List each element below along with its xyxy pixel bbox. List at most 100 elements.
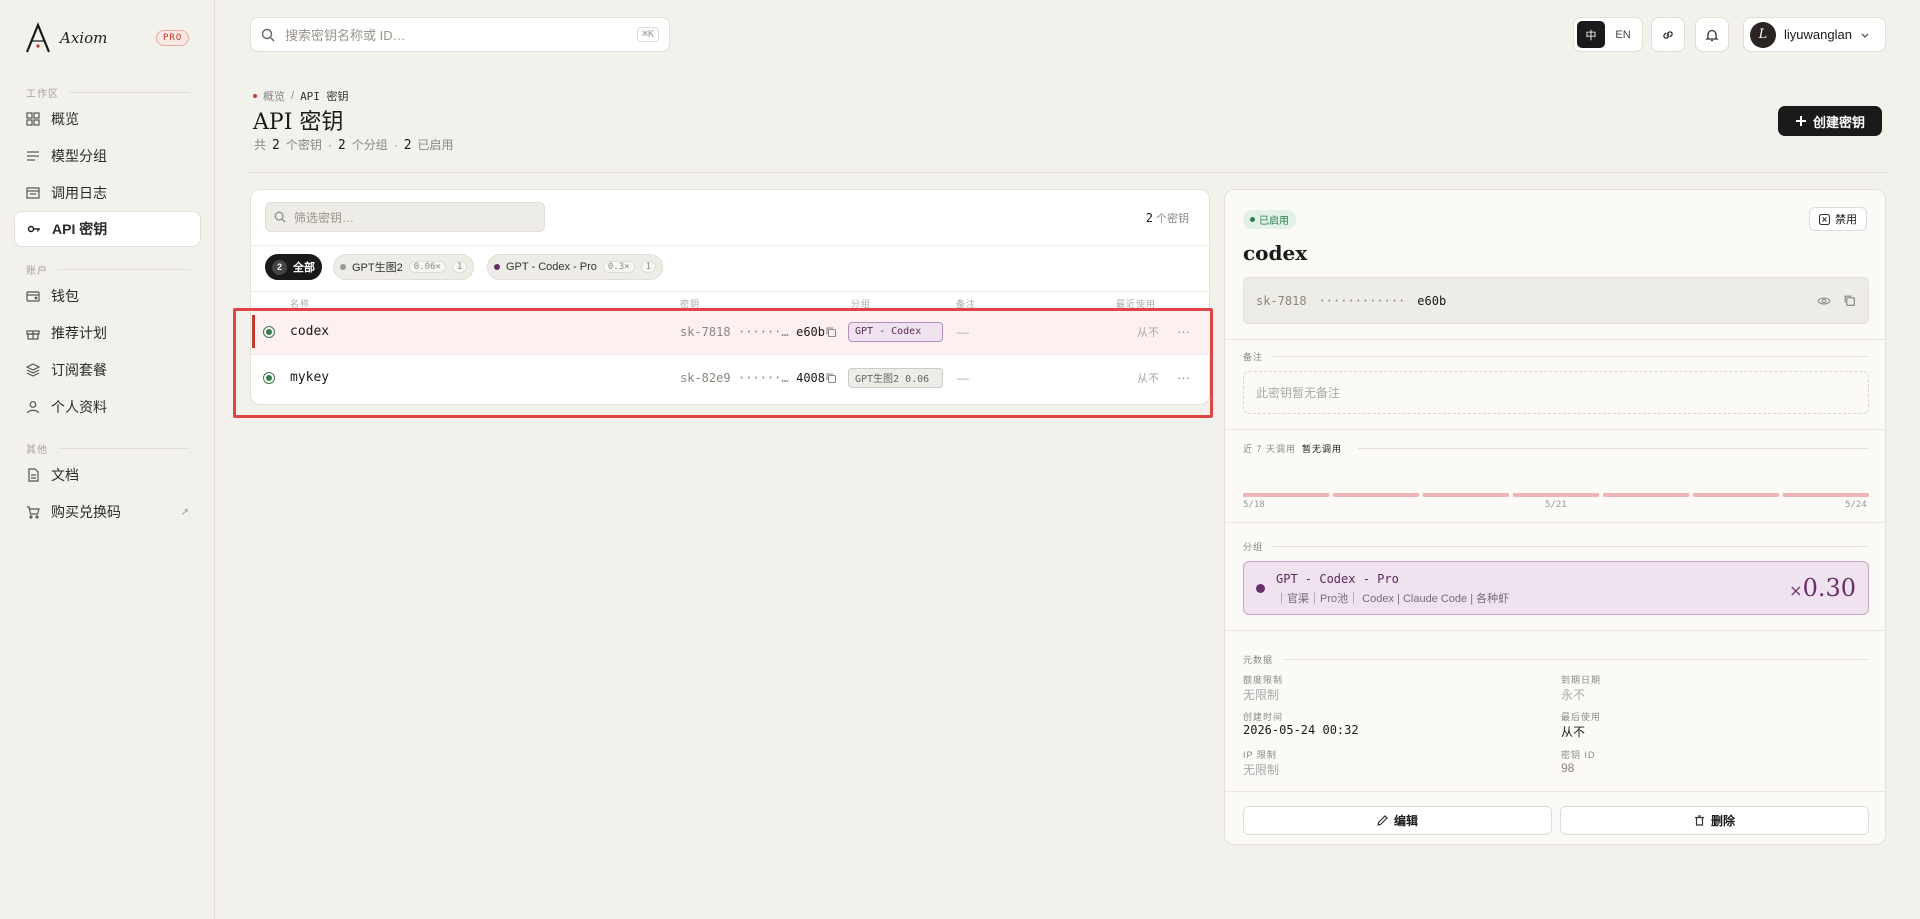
grid-icon [25,111,41,127]
copy-icon[interactable] [1843,294,1856,307]
table-row-codex[interactable]: codex sk-7818 ······… e60b GPT - Codex —… [252,309,1210,354]
divider [1225,429,1885,430]
sidebar-item-model-groups[interactable]: 模型分组 [14,138,201,174]
eye-icon[interactable] [1817,294,1831,308]
chip-all[interactable]: 2 全部 [265,254,322,280]
status-indicator [263,325,275,338]
divider [1225,630,1885,631]
group-card[interactable]: GPT - Codex - Pro ｜官渠｜Pro池｜ Codex | Clau… [1243,561,1869,615]
row-more-button[interactable]: ··· [1177,370,1190,385]
row-key: sk-7818 ······… e60b [680,325,825,339]
usage-status: 暂无调用 [1302,444,1343,454]
key-detail-panel: 已启用 禁用 codex sk-7818 ············ e60b 备… [1224,189,1886,845]
layers-icon [25,362,41,378]
axiom-logo-icon [25,22,51,53]
chip-count: 1 [451,261,468,273]
group-name: GPT - Codex - Pro [1276,572,1399,586]
meta-created-label: 创建时间 [1243,712,1284,722]
chevron-down-icon [1861,33,1869,38]
row-group-tag: GPT - Codex [848,321,943,342]
sidebar-item-label: API 密钥 [52,221,108,237]
chip-group-gpt-codex-pro[interactable]: GPT - Codex - Pro 0.3× 1 [487,254,663,280]
nav-section-other: 其他 [26,441,190,456]
row-more-button[interactable]: ··· [1177,324,1190,339]
brand-name: Axiom [60,29,108,47]
usage-label: 近 7 天调用 [1243,444,1297,454]
summary-enabled-count: 2 [403,138,412,153]
user-icon [25,399,41,415]
cart-icon [25,504,41,520]
close-square-icon [1819,213,1830,225]
sidebar-item-overview[interactable]: 概览 [14,101,201,137]
bell-icon [1705,29,1719,41]
meta-ip-label: IP 限制 [1243,750,1277,760]
nav-section-account: 账户 [26,262,190,277]
row-key-mask: ······… [738,324,789,339]
notifications-button[interactable] [1695,17,1729,52]
keys-count-label: 个密钥 [1156,213,1189,225]
summary-key-count: 2 [272,138,280,153]
chip-group-gpt-image2[interactable]: GPT生图2 0.06× 1 [333,254,475,280]
group-description: ｜官渠｜Pro池｜ Codex | Claude Code | 各种虾 [1276,593,1510,605]
delete-button[interactable]: 删除 [1560,806,1869,835]
usage-section-label: 近 7 天调用 暂无调用 [1243,442,1869,455]
log-icon [25,185,41,201]
meta-section-label: 元数据 [1243,653,1869,666]
note-field[interactable]: 此密钥暂无备注 [1243,371,1869,414]
usage-chart [1243,493,1869,497]
sidebar-item-label: 概览 [51,111,79,127]
sidebar-item-referral[interactable]: 推荐计划 [14,315,201,351]
link-button[interactable] [1651,17,1685,52]
usage-bar [1423,493,1509,497]
search-icon [261,28,275,41]
keys-count: 2 个密钥 [1146,210,1189,226]
meta-last-used-label: 最后使用 [1561,712,1602,722]
user-name: liyuwanglan [1784,27,1852,42]
create-key-button[interactable]: 创建密钥 [1778,106,1882,136]
usage-bar [1513,493,1599,497]
page-summary: 共 2 个密钥 · 2 个分组 · 2 已启用 [254,136,454,153]
chip-label: GPT生图2 [352,262,403,274]
detail-key-mask: ············ [1318,293,1406,308]
row-last-used: 从不 [1137,326,1159,339]
usage-bar [1243,493,1329,497]
summary-group-label: 个分组 [351,138,388,152]
lang-en-button[interactable]: EN [1609,21,1637,48]
summary-enabled-label: 已启用 [417,138,454,152]
group-multiplier-value: 0.30 [1802,574,1856,602]
sidebar-item-wallet[interactable]: 钱包 [14,278,201,314]
sidebar-item-api-keys[interactable]: API 密钥 [14,211,201,247]
chip-count: 1 [640,261,656,273]
row-name: mykey [290,370,330,385]
sidebar-item-docs[interactable]: 文档 [14,457,201,493]
disable-button[interactable]: 禁用 [1809,207,1867,231]
breadcrumb-overview-link[interactable]: 概览 [263,88,285,104]
language-switcher: 中 EN [1573,17,1643,52]
chip-multiplier: 0.06× [408,261,446,273]
sidebar-item-buy-code[interactable]: 购买兑换码 ↗ [14,494,201,530]
divider [251,291,1209,292]
sidebar-item-label: 个人资料 [51,399,107,415]
filter-keys-input[interactable]: 筛选密钥… [265,202,545,232]
chip-multiplier: 0.3× [602,261,635,273]
row-key-prefix: sk-82e9 [680,370,731,385]
row-name: codex [290,324,330,339]
brand[interactable]: Axiom [24,22,107,54]
sidebar-item-logs[interactable]: 调用日志 [14,175,201,211]
sidebar-item-label: 文档 [51,467,79,483]
detail-title: codex [1243,241,1308,265]
lang-zh-button[interactable]: 中 [1577,21,1605,48]
meta-expiry-value: 永不 [1561,688,1586,702]
user-menu[interactable]: L liyuwanglan [1743,17,1886,52]
edit-button[interactable]: 编辑 [1243,806,1552,835]
sidebar-item-profile[interactable]: 个人资料 [14,389,201,425]
sidebar-item-subscription[interactable]: 订阅套餐 [14,352,201,388]
copy-icon[interactable] [825,372,837,384]
global-search-input[interactable]: 搜索密钥名称或 ID… ⌘K [250,17,670,52]
meta-key-id-label: 密钥 ID [1561,750,1596,760]
table-row-mykey[interactable]: mykey sk-82e9 ······… 4008 GPT生图2 0.06 —… [252,355,1210,400]
group-section-label: 分组 [1243,540,1869,553]
sidebar-item-label: 推荐计划 [51,325,107,341]
usage-bar [1603,493,1689,497]
copy-icon[interactable] [825,326,837,338]
